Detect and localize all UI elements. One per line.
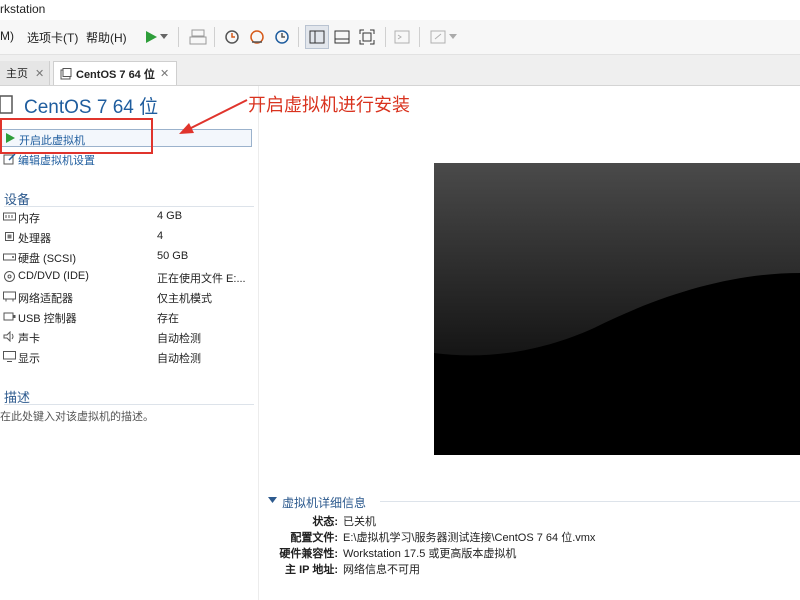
- tab-home-label: 主页: [6, 68, 28, 80]
- menu-item-partial[interactable]: M): [0, 29, 14, 43]
- title-bar: rkstation: [0, 0, 800, 20]
- cpu-icon: [5, 232, 14, 241]
- detail-label-status: 状态:: [312, 516, 338, 528]
- device-row-network[interactable]: 网络适配器 仅主机模式: [0, 288, 258, 306]
- bottom-panel-layout-icon: [334, 30, 350, 44]
- toolbar-separator: [178, 27, 179, 47]
- menu-item-tabs[interactable]: 选项卡(T): [27, 29, 78, 46]
- device-row-sound[interactable]: 声卡 自动检测: [0, 328, 258, 346]
- chevron-down-icon: [449, 34, 457, 39]
- network-adapter-icon: [3, 291, 16, 302]
- detail-label-hardware-compat: 硬件兼容性:: [279, 548, 338, 560]
- keyboard-icon: [189, 29, 207, 45]
- power-dropdown-button[interactable]: [157, 25, 171, 49]
- device-row-usb[interactable]: USB 控制器 存在: [0, 308, 258, 326]
- hard-disk-icon: [3, 253, 16, 261]
- device-row-memory[interactable]: 内存 4 GB: [0, 208, 258, 226]
- toolbar-separator: [385, 27, 386, 47]
- device-value: 自动检测: [157, 353, 201, 365]
- detail-label-config-file: 配置文件:: [290, 532, 338, 544]
- play-icon: [146, 31, 157, 43]
- terminal-icon: [394, 30, 410, 44]
- device-name: 硬盘 (SCSI): [18, 253, 77, 265]
- edit-vm-settings-link[interactable]: 编辑虚拟机设置: [18, 152, 95, 168]
- window-title: rkstation: [0, 2, 46, 16]
- menu-item-help[interactable]: 帮助(H): [86, 29, 127, 46]
- device-value: 50 GB: [157, 250, 189, 262]
- vm-title: CentOS 7 64 位: [24, 97, 159, 118]
- toolbar-separator: [419, 27, 420, 47]
- snapshot-button[interactable]: [220, 25, 244, 49]
- stretch-icon: [430, 30, 446, 44]
- clock-icon: [225, 30, 239, 44]
- description-divider: [4, 404, 254, 405]
- vm-details-divider: [380, 501, 800, 502]
- close-icon[interactable]: ✕: [160, 67, 169, 80]
- snapshot-manager-icon: [275, 30, 289, 44]
- collapse-chevron-icon[interactable]: [268, 497, 277, 504]
- vm-icon: [0, 95, 13, 114]
- display-icon: [3, 351, 16, 362]
- device-value: 正在使用文件 E:...: [157, 273, 246, 285]
- sidebar-layout-icon: [309, 30, 325, 44]
- device-value: 4: [157, 230, 164, 242]
- detail-value-primary-ip: 网络信息不可用: [343, 564, 420, 576]
- detail-value-status: 已关机: [343, 516, 376, 528]
- device-name: 显示: [18, 353, 40, 365]
- revert-snapshot-button[interactable]: [245, 25, 269, 49]
- device-value: 4 GB: [157, 210, 183, 222]
- annotation-highlight-box: [0, 118, 153, 154]
- annotation-arrow-icon: [179, 99, 248, 134]
- device-name: 处理器: [18, 233, 51, 245]
- snapshot-manager-button[interactable]: [270, 25, 294, 49]
- device-row-display[interactable]: 显示 自动检测: [0, 348, 258, 366]
- detail-value-hardware-compat: Workstation 17.5 或更高版本虚拟机: [343, 548, 517, 560]
- devices-divider: [4, 206, 254, 207]
- view-thumbnail-button[interactable]: [330, 25, 354, 49]
- chevron-down-icon: [160, 34, 168, 39]
- device-value: 自动检测: [157, 333, 201, 345]
- device-value: 仅主机模式: [157, 293, 212, 305]
- sound-icon: [3, 331, 14, 342]
- vm-summary-panel: CentOS 7 64 位 开启此虚拟机 编辑虚拟机设置 设备 内存 4 GB …: [0, 86, 259, 600]
- tab-bar: 主页 ✕ CentOS 7 64 位 ✕: [0, 55, 800, 86]
- vm-details-heading[interactable]: 虚拟机详细信息: [282, 494, 366, 511]
- usb-icon: [3, 312, 16, 321]
- vm-screen-preview[interactable]: [434, 163, 800, 455]
- view-console-button[interactable]: [305, 25, 329, 49]
- vm-tab-icon: [60, 67, 72, 79]
- annotation-text: 开启虚拟机进行安装: [248, 95, 410, 115]
- revert-snapshot-icon: [250, 30, 264, 44]
- device-name: USB 控制器: [18, 313, 77, 325]
- device-value: 存在: [157, 313, 179, 325]
- device-name: 内存: [18, 213, 40, 225]
- memory-icon: [3, 212, 16, 221]
- stretch-dropdown-button[interactable]: [448, 25, 458, 49]
- console-view-button[interactable]: [390, 25, 414, 49]
- device-name: 网络适配器: [18, 293, 73, 305]
- tab-vm[interactable]: CentOS 7 64 位 ✕: [53, 61, 177, 85]
- stretch-guest-button[interactable]: [426, 25, 450, 49]
- device-row-hard-disk[interactable]: 硬盘 (SCSI) 50 GB: [0, 248, 258, 266]
- detail-label-primary-ip: 主 IP 地址:: [285, 564, 338, 576]
- tab-home[interactable]: 主页 ✕: [0, 61, 50, 85]
- fullscreen-icon: [359, 29, 375, 45]
- send-keys-button[interactable]: [186, 25, 210, 49]
- detail-value-config-file: E:\虚拟机学习\服务器测试连接\CentOS 7 64 位.vmx: [343, 532, 596, 544]
- device-row-cpu[interactable]: 处理器 4: [0, 228, 258, 246]
- device-name: 声卡: [18, 333, 40, 345]
- device-row-cd-dvd[interactable]: CD/DVD (IDE) 正在使用文件 E:...: [0, 268, 258, 286]
- tab-vm-label: CentOS 7 64 位: [76, 68, 155, 81]
- cd-dvd-icon: [4, 271, 15, 282]
- description-text[interactable]: 在此处键入对该虚拟机的描述。: [0, 408, 154, 424]
- toolbar: M) 选项卡(T) 帮助(H): [0, 20, 800, 55]
- device-name: CD/DVD (IDE): [18, 270, 89, 282]
- fullscreen-button[interactable]: [355, 25, 379, 49]
- toolbar-separator: [298, 27, 299, 47]
- close-icon[interactable]: ✕: [35, 67, 44, 80]
- toolbar-separator: [214, 27, 215, 47]
